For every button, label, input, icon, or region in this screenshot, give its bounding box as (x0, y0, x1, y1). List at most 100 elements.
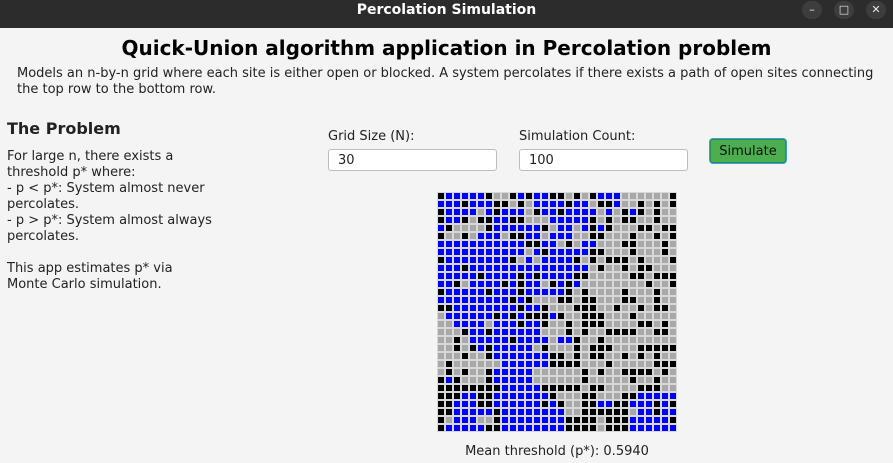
open-site (589, 328, 597, 336)
full-site (517, 264, 525, 272)
blocked-site (565, 320, 573, 328)
blocked-site (565, 384, 573, 392)
simulation-count-label: Simulation Count: (519, 129, 636, 144)
blocked-site (557, 384, 565, 392)
full-site (469, 248, 477, 256)
full-site (565, 336, 573, 344)
blocked-site (637, 304, 645, 312)
full-site (469, 200, 477, 208)
blocked-site (629, 392, 637, 400)
full-site (517, 352, 525, 360)
blocked-site (605, 416, 613, 424)
blocked-site (517, 280, 525, 288)
blocked-site (613, 328, 621, 336)
full-site (549, 312, 557, 320)
blocked-site (621, 352, 629, 360)
full-site (525, 272, 533, 280)
open-site (669, 304, 677, 312)
blocked-site (653, 296, 661, 304)
blocked-site (493, 416, 501, 424)
full-site (477, 264, 485, 272)
full-site (469, 416, 477, 424)
full-site (453, 216, 461, 224)
full-site (501, 408, 509, 416)
full-site (437, 248, 445, 256)
full-site (533, 392, 541, 400)
full-site (501, 264, 509, 272)
full-site (445, 288, 453, 296)
blocked-site (637, 200, 645, 208)
open-site (669, 328, 677, 336)
blocked-site (573, 360, 581, 368)
full-site (645, 408, 653, 416)
simulation-count-input[interactable] (519, 149, 688, 171)
blocked-site (501, 280, 509, 288)
blocked-site (437, 384, 445, 392)
blocked-site (597, 320, 605, 328)
blocked-site (581, 376, 589, 384)
blocked-site (581, 328, 589, 336)
open-site (613, 376, 621, 384)
blocked-site (581, 304, 589, 312)
blocked-site (533, 272, 541, 280)
blocked-site (621, 296, 629, 304)
open-site (437, 312, 445, 320)
open-site (637, 240, 645, 248)
open-site (557, 344, 565, 352)
open-site (613, 344, 621, 352)
blocked-site (637, 368, 645, 376)
open-site (573, 392, 581, 400)
full-site (437, 264, 445, 272)
full-site (509, 368, 517, 376)
full-site (469, 408, 477, 416)
blocked-site (469, 344, 477, 352)
full-site (669, 424, 677, 432)
full-site (541, 360, 549, 368)
simulate-button[interactable]: Simulate (710, 139, 786, 163)
full-site (469, 280, 477, 288)
open-site (605, 296, 613, 304)
full-site (573, 200, 581, 208)
full-site (509, 304, 517, 312)
open-site (613, 368, 621, 376)
open-site (605, 336, 613, 344)
open-site (549, 296, 557, 304)
open-site (589, 280, 597, 288)
open-site (453, 360, 461, 368)
full-site (517, 248, 525, 256)
blocked-site (589, 192, 597, 200)
open-site (573, 328, 581, 336)
blocked-site (509, 312, 517, 320)
open-site (437, 368, 445, 376)
full-site (525, 360, 533, 368)
full-site (629, 424, 637, 432)
open-site (605, 248, 613, 256)
blocked-site (541, 384, 549, 392)
open-site (613, 224, 621, 232)
full-site (557, 224, 565, 232)
full-site (541, 208, 549, 216)
open-site (645, 200, 653, 208)
maximize-icon[interactable]: □ (834, 1, 854, 19)
open-site (637, 232, 645, 240)
full-site (541, 288, 549, 296)
full-site (461, 296, 469, 304)
blocked-site (621, 400, 629, 408)
grid-size-input[interactable] (328, 149, 497, 171)
full-site (469, 208, 477, 216)
minimize-icon[interactable]: – (802, 1, 822, 19)
close-icon[interactable]: ✕ (866, 1, 886, 19)
full-site (573, 280, 581, 288)
open-site (613, 360, 621, 368)
open-site (645, 288, 653, 296)
blocked-site (549, 352, 557, 360)
open-site (645, 232, 653, 240)
full-site (517, 336, 525, 344)
page-title: Quick-Union algorithm application in Per… (121, 36, 772, 60)
open-site (621, 192, 629, 200)
full-site (661, 392, 669, 400)
open-site (461, 336, 469, 344)
open-site (533, 344, 541, 352)
full-site (453, 256, 461, 264)
blocked-site (565, 328, 573, 336)
